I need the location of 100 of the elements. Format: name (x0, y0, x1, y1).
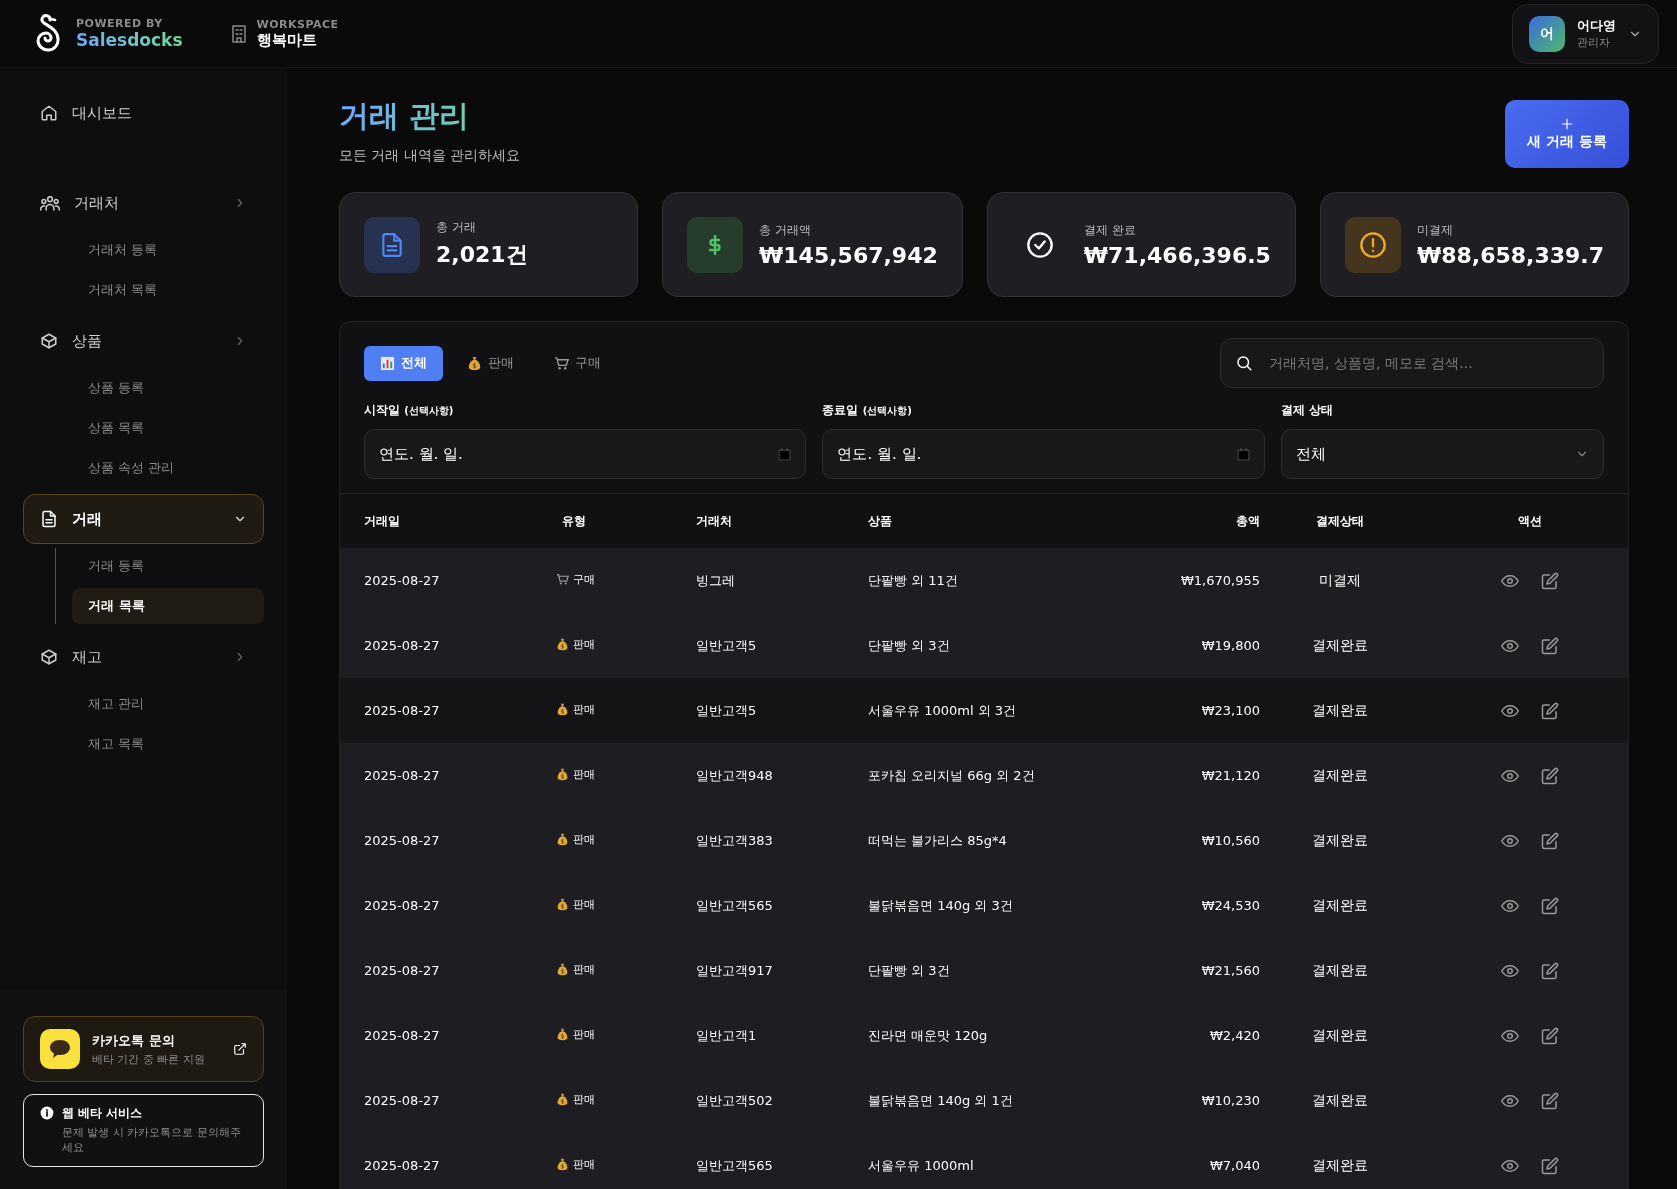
sidebar-item[interactable]: 상품 (23, 316, 264, 366)
table-cell-text: 2025-08-27 (364, 898, 441, 913)
table-cell-text: 결제완료 (1311, 636, 1369, 655)
sidebar-subitem[interactable]: 거래 목록 (72, 588, 264, 624)
users-icon (40, 194, 60, 212)
box-icon (40, 332, 58, 350)
brand-caption: POWERED BY (76, 17, 164, 30)
sidebar-subitem[interactable]: 거래처 목록 (72, 272, 264, 308)
column-header: 액션 (1517, 512, 1543, 530)
table-cell-text: 일반고객502 (696, 1091, 774, 1110)
external-link-icon (233, 1042, 247, 1057)
new-transaction-button[interactable]: 새 거래 등록 (1505, 100, 1629, 168)
field-label: 시작일 (선택사항) (364, 402, 455, 419)
sidebar-subitem[interactable]: 재고 관리 (72, 686, 264, 722)
edit-icon (1541, 961, 1559, 980)
type-tag: 판매 (556, 1092, 595, 1107)
sidebar-item[interactable]: 거래처 (23, 178, 264, 228)
table-cell-text: 2025-08-27 (364, 833, 441, 848)
home-icon (40, 104, 58, 122)
money-bag-icon (556, 1028, 569, 1041)
type-tag: 판매 (556, 702, 595, 717)
table-cell-text: 불닭볶음면 140g 외 3건 (868, 896, 1014, 915)
table-cell-text: 일반고객5 (696, 636, 758, 655)
table-cell-text: 일반고객383 (696, 831, 774, 850)
table-cell-text: 단팥빵 외 11건 (868, 571, 959, 590)
money-bag-icon (556, 898, 569, 911)
edit-icon (1541, 831, 1559, 850)
type-tag: 판매 (556, 1027, 595, 1042)
table-cell-text: 떠먹는 불가리스 85g*4 (868, 831, 1008, 850)
edit-icon (1541, 896, 1559, 915)
table-cell-text: ₩24,530 (1200, 898, 1260, 913)
search-input[interactable]: 거래처명, 상품명, 메모로 검색... (1267, 354, 1589, 372)
edit-icon (1541, 766, 1559, 785)
sidebar-item[interactable]: 대시보드 (23, 88, 264, 138)
table-cell-text: 서울우유 1000ml 외 3건 (868, 701, 1018, 720)
sidebar-subitem[interactable]: 상품 속성 관리 (72, 450, 264, 486)
table-cell-text: 결제완료 (1311, 896, 1369, 915)
sidebar-subitem[interactable]: 거래처 등록 (72, 232, 264, 268)
edit-icon (1541, 1156, 1559, 1175)
kakao-inquiry-card[interactable]: 카카오톡 문의 베타 기간 중 빠른 지원 (23, 1016, 264, 1083)
calendar-icon (778, 447, 792, 461)
money-bag-icon (556, 833, 569, 846)
column-header: 거래일 (364, 512, 401, 530)
status-select[interactable]: 전체 (1280, 429, 1604, 479)
table-cell-text: ₩23,100 (1200, 703, 1260, 718)
calendar-icon (1236, 447, 1250, 461)
chat-bubble-icon (40, 1029, 80, 1070)
date-field[interactable]: 연도. 월. 일. (822, 429, 1265, 479)
table-cell-text: 미결제 (1318, 571, 1362, 590)
type-tag: 판매 (556, 1157, 595, 1172)
table-cell-text: 불닭볶음면 140g 외 1건 (868, 1091, 1014, 1110)
filter-tab[interactable]: 전체 (364, 345, 443, 381)
table-cell-text: 2025-08-27 (364, 768, 441, 783)
notice-text: 문제 발생 시 카카오톡으로 문의해주세요 (62, 1126, 242, 1156)
sidebar-subitem[interactable]: 상품 등록 (72, 370, 264, 406)
date-field[interactable]: 연도. 월. 일. (364, 429, 807, 479)
table-cell-text: 단팥빵 외 3건 (868, 636, 951, 655)
plus-icon (1560, 117, 1574, 131)
column-header: 총액 (1235, 512, 1260, 530)
column-header: 결제상태 (1315, 512, 1365, 530)
table-cell-text: 결제완료 (1311, 1156, 1369, 1175)
building-icon (230, 24, 247, 43)
sidebar-subitem[interactable]: 재고 목록 (72, 726, 264, 762)
table-cell-text: ₩1,670,955 (1180, 573, 1260, 588)
bar-chart-icon (380, 355, 395, 371)
filter-tab[interactable]: 구매 (538, 345, 617, 381)
stat-value: ₩88,658,339.7 (1416, 242, 1604, 268)
table-cell-text: ₩7,040 (1208, 1158, 1260, 1173)
filter-tab[interactable]: 판매 (451, 345, 530, 381)
table-cell-text: 2025-08-27 (364, 573, 441, 588)
search-icon (1235, 354, 1253, 372)
check-circle-icon (1025, 230, 1054, 259)
field-label: 결제 상태 (1280, 402, 1335, 419)
table-cell-text: 포카칩 오리지널 66g 외 2건 (868, 766, 1036, 785)
sidebar-item[interactable]: 거래 (23, 494, 264, 544)
table-cell-text: ₩19,800 (1200, 638, 1260, 653)
table-cell-text: 일반고객5 (696, 701, 758, 720)
stat-label: 총 거래액 (759, 221, 812, 239)
user-menu-button[interactable]: 어 어다영 관리자 (1512, 3, 1659, 64)
kakao-title: 카카오톡 문의 (92, 1031, 176, 1050)
sidebar-subitem[interactable]: 상품 목록 (72, 410, 264, 446)
table-cell-text: 빙그레 (696, 571, 736, 590)
box-icon (40, 648, 58, 666)
user-avatar: 어 (1529, 15, 1565, 52)
table-cell-text: 2025-08-27 (364, 703, 441, 718)
sidebar-subitem[interactable]: 거래 등록 (72, 548, 264, 584)
type-tag: 판매 (556, 962, 595, 977)
table-cell-text: 2025-08-27 (364, 1028, 441, 1043)
type-tag: 구매 (556, 572, 595, 587)
table-cell-text: 2025-08-27 (364, 1158, 441, 1173)
table-cell-text: 결제완료 (1311, 961, 1369, 980)
stat-label: 미결제 (1416, 221, 1454, 239)
type-tag: 판매 (556, 767, 595, 782)
search-field[interactable]: 거래처명, 상품명, 메모로 검색... (1220, 338, 1604, 388)
dollar-icon (708, 234, 723, 255)
table-cell-text: 결제완료 (1311, 766, 1369, 785)
sidebar-item[interactable]: 재고 (23, 632, 264, 682)
kakao-subtitle: 베타 기간 중 빠른 지원 (92, 1051, 206, 1067)
stat-label: 총 거래 (436, 219, 477, 236)
table-cell-text: 서울우유 1000ml (868, 1156, 975, 1175)
